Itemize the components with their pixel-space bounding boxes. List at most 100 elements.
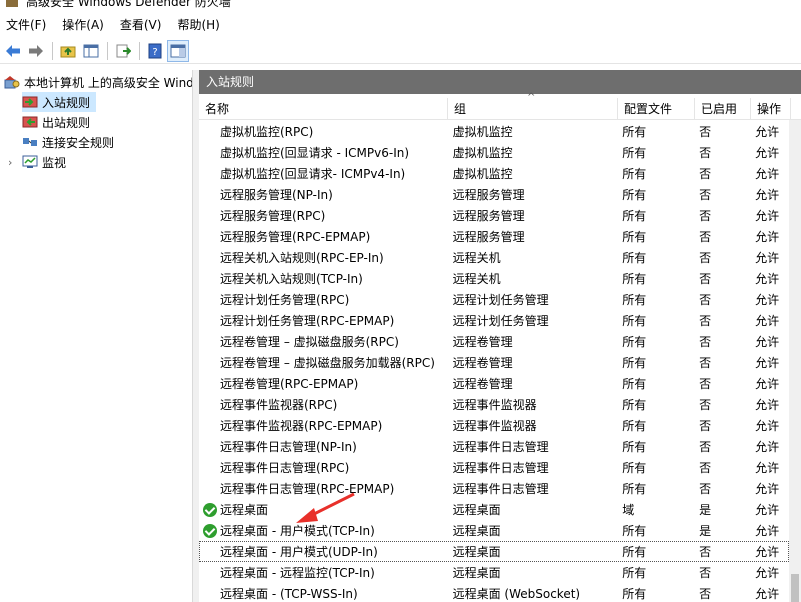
rule-group-cell: 远程事件日志管理 xyxy=(447,438,617,455)
rule-enabled-cell: 否 xyxy=(693,144,749,161)
back-button[interactable] xyxy=(2,40,24,62)
rule-action-text: 允许 xyxy=(755,524,780,538)
menu-action[interactable]: 操作(A) xyxy=(56,12,114,38)
table-row[interactable]: 远程服务管理(RPC) 远程服务管理 所有 否 允许 xyxy=(199,205,789,226)
table-row[interactable]: 远程桌面 - 用户模式(UDP-In) 远程桌面 所有 否 允许 xyxy=(199,541,789,562)
rule-enabled-cell: 否 xyxy=(693,543,749,560)
rule-group-cell: 远程卷管理 xyxy=(447,375,617,392)
window-title: 高级安全 Windows Defender 防火墙 xyxy=(26,0,231,9)
table-row[interactable]: 远程桌面 - (TCP-WSS-In) 远程桌面 (WebSocket) 所有 否 允许 xyxy=(199,583,789,602)
table-row[interactable]: 远程桌面 - 远程监控(TCP-In) 远程桌面 所有 否 允许 xyxy=(199,562,789,583)
rule-action-cell: 允许 xyxy=(749,186,789,203)
rule-profile-cell: 所有 xyxy=(616,375,693,392)
table-row[interactable]: 远程关机入站规则(RPC-EP-In) 远程关机 所有 否 允许 xyxy=(199,247,789,268)
rule-action-text: 允许 xyxy=(755,377,780,391)
rule-group-cell: 远程卷管理 xyxy=(447,354,617,371)
table-row[interactable]: 远程桌面 远程桌面 域 是 允许 xyxy=(199,499,789,520)
rule-action-text: 允许 xyxy=(755,188,780,202)
rule-action-text: 允许 xyxy=(755,272,780,286)
column-header-profile[interactable]: 配置文件 xyxy=(618,98,695,120)
menu-file[interactable]: 文件(F) xyxy=(0,12,56,38)
rule-action-cell: 允许 xyxy=(749,165,789,182)
rule-action-cell: 允许 xyxy=(749,144,789,161)
tree-root[interactable]: 本地计算机 上的高级安全 Windows Defender 防火墙 xyxy=(4,72,192,92)
table-row[interactable]: 虚拟机监控(回显请求 - ICMPv6-In) 虚拟机监控 所有 否 允许 xyxy=(199,142,789,163)
table-row[interactable]: 远程服务管理(NP-In) 远程服务管理 所有 否 允许 xyxy=(199,184,789,205)
rule-name-cell: 虚拟机监控(RPC) xyxy=(199,123,447,140)
column-header-action[interactable]: 操作 xyxy=(751,98,791,120)
enabled-check-icon xyxy=(203,503,217,517)
column-header-enabled[interactable]: 已启用 xyxy=(695,98,751,120)
pane-title: 入站规则 xyxy=(199,70,801,94)
column-header-name[interactable]: 名称 xyxy=(199,98,448,120)
rule-action-cell: 允许 xyxy=(749,375,789,392)
help-button[interactable]: ? xyxy=(144,40,166,62)
rule-enabled-cell: 否 xyxy=(693,228,749,245)
rule-group-text: 远程卷管理 xyxy=(452,335,513,349)
toolbar-separator xyxy=(107,41,108,60)
rule-group-cell: 远程服务管理 xyxy=(447,207,617,224)
rule-name-cell: 远程关机入站规则(RPC-EP-In) xyxy=(199,249,447,266)
show-hide-action-pane-button[interactable] xyxy=(167,39,189,62)
rule-group-text: 远程事件日志管理 xyxy=(452,461,549,475)
rule-enabled-cell: 否 xyxy=(693,123,749,140)
tree-item-outbound-rules[interactable]: 出站规则 xyxy=(22,112,90,132)
rule-group-text: 远程卷管理 xyxy=(452,377,513,391)
table-row[interactable]: 远程事件日志管理(RPC-EPMAP) 远程事件日志管理 所有 否 允许 xyxy=(199,478,789,499)
monitoring-icon xyxy=(22,155,38,169)
rule-name-cell: 远程卷管理(RPC-EPMAP) xyxy=(199,375,447,392)
menu-view[interactable]: 查看(V) xyxy=(114,12,172,38)
table-row[interactable]: 远程服务管理(RPC-EPMAP) 远程服务管理 所有 否 允许 xyxy=(199,226,789,247)
rule-name-cell: 远程服务管理(RPC-EPMAP) xyxy=(199,228,447,245)
rule-enabled-text: 否 xyxy=(699,251,712,265)
table-row[interactable]: 虚拟机监控(回显请求- ICMPv4-In) 虚拟机监控 所有 否 允许 xyxy=(199,163,789,184)
show-hide-console-tree-button[interactable] xyxy=(80,40,102,62)
table-row[interactable]: 远程事件监视器(RPC-EPMAP) 远程事件监视器 所有 否 允许 xyxy=(199,415,789,436)
chevron-right-icon[interactable]: › xyxy=(8,156,12,169)
arrow-right-icon xyxy=(29,44,43,57)
rule-action-text: 允许 xyxy=(755,146,780,160)
tree-item-inbound-rules[interactable]: 入站规则 xyxy=(22,92,96,112)
table-row[interactable]: 远程桌面 - 用户模式(TCP-In) 远程桌面 所有 是 允许 xyxy=(199,520,789,541)
rule-profile-cell: 所有 xyxy=(616,165,693,182)
folder-up-icon xyxy=(60,46,76,57)
forward-button[interactable] xyxy=(25,40,47,62)
table-row[interactable]: 远程计划任务管理(RPC) 远程计划任务管理 所有 否 允许 xyxy=(199,289,789,310)
rule-profile-cell: 所有 xyxy=(616,144,693,161)
up-one-level-button[interactable] xyxy=(57,40,79,62)
table-row[interactable]: 远程卷管理 – 虚拟磁盘服务(RPC) 远程卷管理 所有 否 允许 xyxy=(199,331,789,352)
rule-enabled-text: 否 xyxy=(699,125,712,139)
rule-enabled-text: 否 xyxy=(699,314,712,328)
svg-text:?: ? xyxy=(152,47,157,58)
table-row[interactable]: 远程卷管理(RPC-EPMAP) 远程卷管理 所有 否 允许 xyxy=(199,373,789,394)
rule-enabled-text: 否 xyxy=(699,167,712,181)
table-row[interactable]: 远程关机入站规则(TCP-In) 远程关机 所有 否 允许 xyxy=(199,268,789,289)
table-row[interactable]: 远程事件监视器(RPC) 远程事件监视器 所有 否 允许 xyxy=(199,394,789,415)
vertical-scrollbar[interactable] xyxy=(789,120,801,602)
table-row[interactable]: 远程事件日志管理(NP-In) 远程事件日志管理 所有 否 允许 xyxy=(199,436,789,457)
table-row[interactable]: 远程卷管理 – 虚拟磁盘服务加载器(RPC) 远程卷管理 所有 否 允许 xyxy=(199,352,789,373)
rule-name-text: 远程事件监视器(RPC-EPMAP) xyxy=(220,419,383,433)
rule-name-cell: 虚拟机监控(回显请求 - ICMPv6-In) xyxy=(199,144,447,161)
table-row[interactable]: 远程事件日志管理(RPC) 远程事件日志管理 所有 否 允许 xyxy=(199,457,789,478)
rule-group-text: 远程桌面 xyxy=(452,503,501,517)
menu-help[interactable]: 帮助(H) xyxy=(171,12,229,38)
rule-name-cell: 远程计划任务管理(RPC-EPMAP) xyxy=(199,312,447,329)
rule-name-cell: 远程桌面 - 远程监控(TCP-In) xyxy=(199,564,447,581)
rule-name-text: 远程卷管理 – 虚拟磁盘服务加载器(RPC) xyxy=(220,356,435,370)
rule-profile-text: 所有 xyxy=(622,377,647,391)
tree-root-label: 本地计算机 上的高级安全 Windows Defender 防火墙 xyxy=(24,75,192,90)
console-tree-icon xyxy=(83,44,99,57)
rule-group-cell: 远程桌面 xyxy=(447,564,617,581)
table-row[interactable]: 远程计划任务管理(RPC-EPMAP) 远程计划任务管理 所有 否 允许 xyxy=(199,310,789,331)
table-row[interactable]: 虚拟机监控(RPC) 虚拟机监控 所有 否 允许 xyxy=(199,121,789,142)
rule-enabled-text: 否 xyxy=(699,461,712,475)
rule-profile-text: 所有 xyxy=(622,587,647,601)
rule-action-cell: 允许 xyxy=(749,270,789,287)
tree-item-monitoring[interactable]: 监视 xyxy=(22,152,66,172)
scrollbar-thumb[interactable] xyxy=(791,574,799,602)
tree-item-connection-security-rules[interactable]: 连接安全规则 xyxy=(22,132,114,152)
rule-name-cell: 远程关机入站规则(TCP-In) xyxy=(199,270,447,287)
export-list-button[interactable] xyxy=(112,40,134,62)
rule-profile-text: 所有 xyxy=(622,419,647,433)
